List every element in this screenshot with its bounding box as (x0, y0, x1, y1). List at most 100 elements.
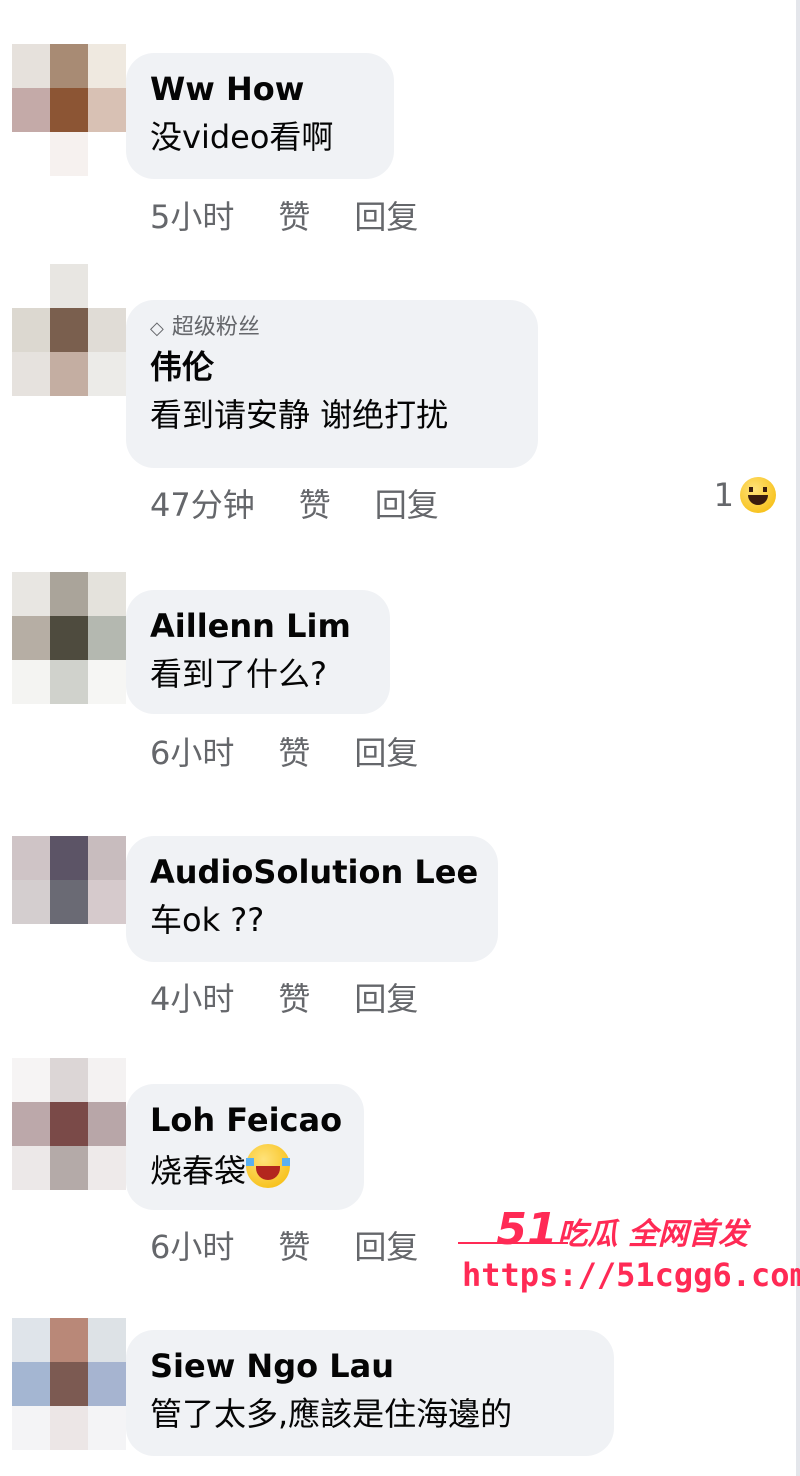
comment-bubble[interactable]: Aillenn Lim 看到了什么? (126, 590, 390, 714)
face-with-tears-of-joy-icon (246, 1144, 291, 1188)
badge-label: 超级粉丝 (171, 315, 260, 340)
avatar-pixel (88, 880, 126, 924)
like-button[interactable]: 赞 (278, 728, 310, 774)
avatar-pixel (88, 572, 126, 616)
avatar-pixel (88, 132, 126, 176)
avatar-pixel (50, 308, 88, 352)
commenter-name[interactable]: 伟伦 (150, 347, 514, 387)
like-button[interactable]: 赞 (278, 974, 310, 1020)
avatar-pixel (88, 264, 126, 308)
comment-timestamp[interactable]: 4小时 (150, 974, 234, 1020)
avatar-pixel (88, 1362, 126, 1406)
avatar-pixel (50, 352, 88, 396)
avatar[interactable] (12, 264, 126, 396)
avatar-pixel (88, 836, 126, 880)
avatar-pixel (88, 1146, 126, 1190)
comment-actions: 5小时赞回复 (150, 192, 418, 238)
comment-text: 看到了什么? (150, 655, 327, 693)
comment-bubble[interactable]: ◇ 超级粉丝 伟伦 看到请安静 谢绝打扰 (126, 300, 538, 468)
reply-button[interactable]: 回复 (375, 480, 439, 526)
avatar-pixel (12, 1102, 50, 1146)
like-button[interactable]: 赞 (299, 480, 331, 526)
avatar[interactable] (12, 1318, 126, 1450)
reply-button[interactable]: 回复 (354, 192, 418, 238)
comment-text: 烧春袋 (150, 1144, 340, 1195)
commenter-name[interactable]: Ww How (150, 69, 370, 109)
watermark: 51吃瓜 全网首发 https://51cgg6.com (458, 1204, 800, 1304)
avatar-pixel (50, 572, 88, 616)
avatar-pixel (50, 1406, 88, 1450)
avatar-pixel (50, 616, 88, 660)
avatar-pixel (50, 1058, 88, 1102)
avatar-pixel (12, 132, 50, 176)
avatar-pixel (12, 352, 50, 396)
reaction-count: 1 (713, 476, 734, 514)
comment-timestamp[interactable]: 47分钟 (150, 480, 255, 526)
avatar-pixel (12, 572, 50, 616)
avatar-pixel (12, 616, 50, 660)
comment-actions: 6小时赞回复 (150, 1222, 418, 1268)
avatar-pixel (88, 88, 126, 132)
avatar-pixel (12, 1058, 50, 1102)
commenter-name[interactable]: AudioSolution Lee (150, 852, 478, 892)
comment-bubble[interactable]: Ww How 没video看啊 (126, 53, 394, 179)
avatar-pixel (12, 880, 50, 924)
reply-button[interactable]: 回复 (354, 728, 418, 774)
comment-bubble[interactable]: Loh Feicao 烧春袋 (126, 1084, 364, 1210)
avatar[interactable] (12, 1058, 126, 1190)
comment-text: 看到请安静 谢绝打扰 (150, 396, 449, 434)
avatar-pixel (12, 88, 50, 132)
avatar-pixel (88, 1406, 126, 1450)
avatar-pixel (88, 1058, 126, 1102)
avatar-pixel (88, 660, 126, 704)
avatar-pixel (12, 308, 50, 352)
commenter-name[interactable]: Aillenn Lim (150, 606, 366, 646)
comment-bubble[interactable]: AudioSolution Lee 车ok ?? (126, 836, 498, 962)
avatar[interactable] (12, 44, 126, 176)
avatar-pixel (50, 924, 88, 968)
like-button[interactable]: 赞 (278, 1222, 310, 1268)
watermark-brand-number: 51 (496, 1204, 558, 1255)
reaction-summary[interactable]: 1 (714, 476, 776, 514)
avatar-pixel (88, 1318, 126, 1362)
avatar-pixel (50, 836, 88, 880)
avatar-pixel (50, 1318, 88, 1362)
top-fan-badge: ◇ 超级粉丝 (150, 314, 514, 343)
like-button[interactable]: 赞 (278, 192, 310, 238)
avatar-pixel (50, 264, 88, 308)
avatar-pixel (12, 44, 50, 88)
avatar-pixel (12, 924, 50, 968)
reply-button[interactable]: 回复 (354, 1222, 418, 1268)
comment-bubble[interactable]: Siew Ngo Lau 管了太多,應該是住海邊的 (126, 1330, 614, 1456)
commenter-name[interactable]: Siew Ngo Lau (150, 1346, 590, 1386)
reply-button[interactable]: 回复 (354, 974, 418, 1020)
avatar-pixel (88, 1102, 126, 1146)
comment-timestamp[interactable]: 6小时 (150, 1222, 234, 1268)
comment-timestamp[interactable]: 6小时 (150, 728, 234, 774)
avatar-pixel (12, 1318, 50, 1362)
comment-timestamp[interactable]: 5小时 (150, 192, 234, 238)
avatar-pixel (50, 132, 88, 176)
avatar-pixel (50, 1362, 88, 1406)
comment-text-value: 烧春袋 (150, 1152, 247, 1190)
comment-actions: 47分钟赞回复 (150, 480, 439, 526)
avatar-pixel (12, 1362, 50, 1406)
avatar[interactable] (12, 836, 126, 968)
avatar-pixel (88, 352, 126, 396)
watermark-url: https://51cgg6.com (462, 1256, 800, 1294)
watermark-brand-text: 吃瓜 全网首发 (557, 1217, 748, 1252)
avatar-pixel (50, 1102, 88, 1146)
avatar-pixel (50, 1146, 88, 1190)
avatar-pixel (12, 264, 50, 308)
avatar-pixel (50, 660, 88, 704)
avatar-pixel (88, 924, 126, 968)
commenter-name[interactable]: Loh Feicao (150, 1100, 342, 1140)
comment-text: 车ok ?? (150, 901, 265, 939)
comment-text: 没video看啊 (150, 118, 334, 156)
grinning-face-icon (740, 477, 776, 513)
avatar-pixel (50, 44, 88, 88)
comment-text: 管了太多,應該是住海邊的 (150, 1395, 513, 1433)
avatar[interactable] (12, 572, 126, 704)
comment-actions: 6小时赞回复 (150, 728, 418, 774)
avatar-pixel (12, 1406, 50, 1450)
